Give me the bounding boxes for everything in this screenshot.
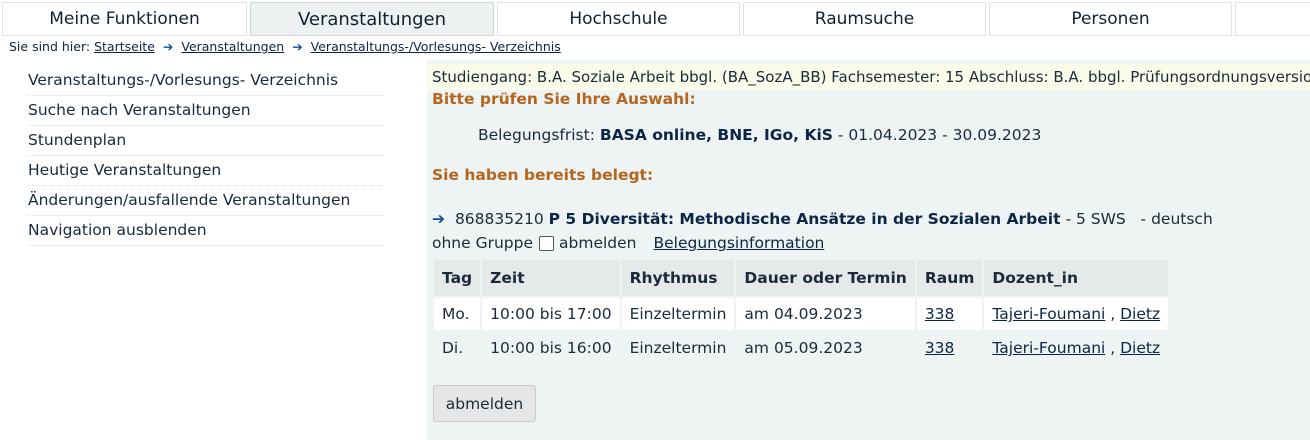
tab-overflow[interactable] [1235, 2, 1310, 36]
tab-meine-funktionen[interactable]: Meine Funktionen [2, 2, 247, 36]
col-termin: Dauer oder Termin [736, 260, 915, 296]
cell-raum: 338 [916, 332, 983, 364]
already-heading: Sie haben bereits belegt: [432, 166, 654, 184]
breadcrumb-startseite[interactable]: Startseite [94, 39, 155, 54]
frist-dates: - 01.04.2023 - 30.09.2023 [837, 126, 1042, 144]
course-line: ➔ 868835210 P 5 Diversität: Methodische … [432, 210, 1213, 228]
course-number: 868835210 [454, 210, 544, 228]
main-navigation: Meine Funktionen Veranstaltungen Hochsch… [0, 0, 1310, 38]
group-label: ohne Gruppe [432, 234, 534, 252]
sidebar-item-suche[interactable]: Suche nach Veranstaltungen [28, 96, 383, 126]
cell-zeit: 10:00 bis 16:00 [482, 332, 620, 364]
tab-raumsuche[interactable]: Raumsuche [743, 2, 986, 36]
sidebar-item-stundenplan[interactable]: Stundenplan [28, 126, 383, 156]
breadcrumb-verzeichnis[interactable]: Veranstaltungs-/Vorlesungs- Verzeichnis [311, 39, 561, 54]
dozent-link[interactable]: Dietz [1120, 305, 1160, 323]
table-header-row: Tag Zeit Rhythmus Dauer oder Termin Raum… [434, 260, 1169, 296]
main-content: Studiengang: B.A. Soziale Arbeit bbgl. (… [427, 60, 1310, 440]
cell-tag: Di. [434, 332, 481, 364]
frist-label: Belegungsfrist: [478, 126, 595, 144]
cell-termin: am 04.09.2023 [736, 298, 915, 330]
cell-dozent: Tajeri-Foumani , Dietz [984, 298, 1169, 330]
sidebar-item-aenderungen[interactable]: Änderungen/ausfallende Veranstaltungen [28, 186, 383, 216]
arrow-right-icon: ➔ [432, 210, 445, 228]
col-tag: Tag [434, 260, 481, 296]
belegungsfrist: Belegungsfrist: BASA online, BNE, IGo, K… [478, 126, 1041, 144]
tab-personen[interactable]: Personen [989, 2, 1232, 36]
check-heading: Bitte prüfen Sie Ihre Auswahl: [432, 90, 696, 108]
group-line: ohne Gruppe abmelden Belegungsinformatio… [432, 234, 824, 252]
dozent-link[interactable]: Tajeri-Foumani [992, 339, 1105, 357]
raum-link[interactable]: 338 [925, 305, 955, 323]
breadcrumb-prefix: Sie sind hier: [9, 39, 91, 54]
abmelden-checkbox[interactable] [539, 235, 555, 251]
course-title: P 5 Diversität: Methodische Ansätze in d… [548, 210, 1061, 228]
cell-zeit: 10:00 bis 17:00 [482, 298, 620, 330]
table-row: Di. 10:00 bis 16:00 Einzeltermin am 05.0… [434, 332, 1169, 364]
cell-rhythmus: Einzeltermin [621, 298, 735, 330]
sidebar-item-verzeichnis[interactable]: Veranstaltungs-/Vorlesungs- Verzeichnis [28, 66, 383, 96]
dozent-link[interactable]: Tajeri-Foumani [992, 305, 1105, 323]
dozent-link[interactable]: Dietz [1120, 339, 1160, 357]
tab-veranstaltungen[interactable]: Veranstaltungen [250, 2, 494, 36]
col-zeit: Zeit [482, 260, 620, 296]
cell-rhythmus: Einzeltermin [621, 332, 735, 364]
schedule-table: Tag Zeit Rhythmus Dauer oder Termin Raum… [432, 258, 1170, 366]
col-dozent: Dozent_in [984, 260, 1169, 296]
cell-termin: am 05.09.2023 [736, 332, 915, 364]
arrow-right-icon: ➔ [292, 39, 303, 54]
breadcrumb: Sie sind hier: Startseite ➔ Veranstaltun… [9, 39, 561, 54]
frist-bold: BASA online, BNE, IGo, KiS [599, 126, 833, 144]
studiengang-info: Studiengang: B.A. Soziale Arbeit bbgl. (… [427, 64, 1310, 90]
cell-dozent: Tajeri-Foumani , Dietz [984, 332, 1169, 364]
course-language: - deutsch [1140, 210, 1213, 228]
tab-hochschule[interactable]: Hochschule [497, 2, 740, 36]
raum-link[interactable]: 338 [925, 339, 955, 357]
cell-tag: Mo. [434, 298, 481, 330]
col-rhythmus: Rhythmus [621, 260, 735, 296]
cell-raum: 338 [916, 298, 983, 330]
col-raum: Raum [916, 260, 983, 296]
sidebar-item-heutige[interactable]: Heutige Veranstaltungen [28, 156, 383, 186]
course-sws: - 5 SWS [1065, 210, 1126, 228]
belegungsinformation-link[interactable]: Belegungsinformation [654, 234, 825, 252]
breadcrumb-veranstaltungen[interactable]: Veranstaltungen [181, 39, 284, 54]
table-row: Mo. 10:00 bis 17:00 Einzeltermin am 04.0… [434, 298, 1169, 330]
checkbox-label[interactable]: abmelden [559, 234, 636, 252]
arrow-right-icon: ➔ [162, 39, 174, 54]
sidebar-item-navigation-ausblenden[interactable]: Navigation ausblenden [28, 216, 383, 246]
abmelden-button[interactable]: abmelden [433, 385, 536, 422]
sidebar: Veranstaltungs-/Vorlesungs- Verzeichnis … [28, 66, 383, 246]
